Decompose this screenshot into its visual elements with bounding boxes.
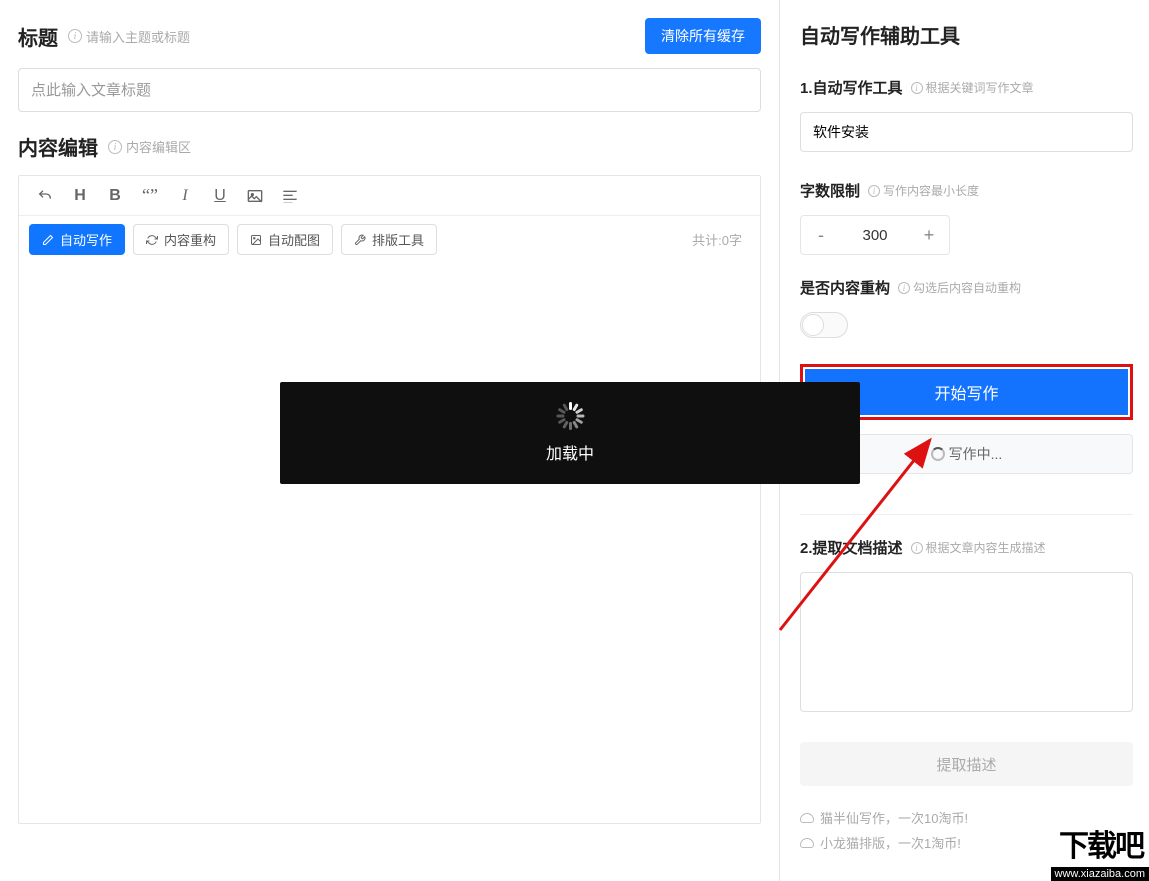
toggle-knob	[802, 314, 824, 336]
heading-button[interactable]: H	[64, 180, 96, 212]
align-button[interactable]	[274, 180, 306, 212]
loading-overlay: 加载中	[280, 382, 860, 484]
pet-icon	[800, 813, 814, 823]
editor: H B “” I U 自动写作	[18, 175, 761, 824]
divider	[800, 514, 1133, 515]
image-icon	[250, 234, 262, 246]
watermark-url: www.xiazaiba.com	[1051, 867, 1149, 881]
wordlimit-header: 字数限制 写作内容最小长度	[800, 180, 1133, 201]
watermark: 下载吧 www.xiazaiba.com	[1019, 821, 1149, 881]
word-counter: 共计:0字	[692, 230, 750, 249]
watermark-text: 下载吧	[1059, 821, 1143, 865]
refresh-icon	[146, 234, 158, 246]
decrement-button[interactable]: -	[801, 216, 841, 254]
content-section-header: 内容编辑 内容编辑区	[18, 132, 761, 161]
info-icon	[868, 185, 880, 197]
tool2-title: 2.提取文档描述	[800, 537, 903, 558]
info-icon	[911, 542, 923, 554]
italic-button[interactable]: I	[169, 180, 201, 212]
tool1-header: 1.自动写作工具 根据关键词写作文章	[800, 77, 1133, 98]
tool1-title: 1.自动写作工具	[800, 77, 903, 98]
restructure-toggle[interactable]	[800, 312, 848, 338]
description-textarea[interactable]	[800, 572, 1133, 712]
quote-button[interactable]: “”	[134, 180, 166, 212]
info-icon	[911, 82, 923, 94]
title-hint: 请输入主题或标题	[68, 27, 190, 46]
keyword-input[interactable]	[800, 112, 1133, 152]
extract-description-button[interactable]: 提取描述	[800, 742, 1133, 786]
restructure-header: 是否内容重构 勾选后内容自动重构	[800, 277, 1133, 298]
restructure-title: 是否内容重构	[800, 277, 890, 298]
bold-button[interactable]: B	[99, 180, 131, 212]
word-limit-stepper: - 300 +	[800, 215, 950, 255]
wordlimit-title: 字数限制	[800, 180, 860, 201]
tool1-hint: 根据关键词写作文章	[911, 79, 1034, 96]
restructure-hint: 勾选后内容自动重构	[898, 279, 1021, 296]
undo-button[interactable]	[29, 180, 61, 212]
image-button[interactable]	[239, 180, 271, 212]
info-icon	[108, 140, 122, 154]
pencil-icon	[42, 234, 54, 246]
editor-body[interactable]	[19, 263, 760, 823]
format-toolbar: H B “” I U	[19, 176, 760, 216]
restructure-button[interactable]: 内容重构	[133, 224, 229, 255]
loading-spinner-icon	[556, 402, 584, 430]
tool2-header: 2.提取文档描述 根据文章内容生成描述	[800, 537, 1133, 558]
article-title-input[interactable]	[18, 68, 761, 112]
sidebar-title: 自动写作辅助工具	[800, 20, 1133, 49]
info-icon	[68, 29, 82, 43]
auto-image-button[interactable]: 自动配图	[237, 224, 333, 255]
layout-tool-button[interactable]: 排版工具	[341, 224, 437, 255]
auto-write-button[interactable]: 自动写作	[29, 224, 125, 255]
info-icon	[898, 282, 910, 294]
title-label: 标题	[18, 22, 58, 51]
word-limit-value[interactable]: 300	[841, 227, 909, 244]
pet-icon	[800, 838, 814, 848]
underline-button[interactable]: U	[204, 180, 236, 212]
action-toolbar: 自动写作 内容重构 自动配图	[19, 216, 760, 263]
clear-cache-button[interactable]: 清除所有缓存	[645, 18, 761, 54]
tool2-hint: 根据文章内容生成描述	[911, 539, 1046, 556]
content-hint: 内容编辑区	[108, 137, 191, 156]
title-section-header: 标题 请输入主题或标题 清除所有缓存	[18, 18, 761, 54]
content-label: 内容编辑	[18, 132, 98, 161]
increment-button[interactable]: +	[909, 216, 949, 254]
loading-text: 加载中	[546, 440, 594, 464]
tool-icon	[354, 234, 366, 246]
wordlimit-hint: 写作内容最小长度	[868, 182, 979, 199]
spinner-icon	[931, 447, 945, 461]
